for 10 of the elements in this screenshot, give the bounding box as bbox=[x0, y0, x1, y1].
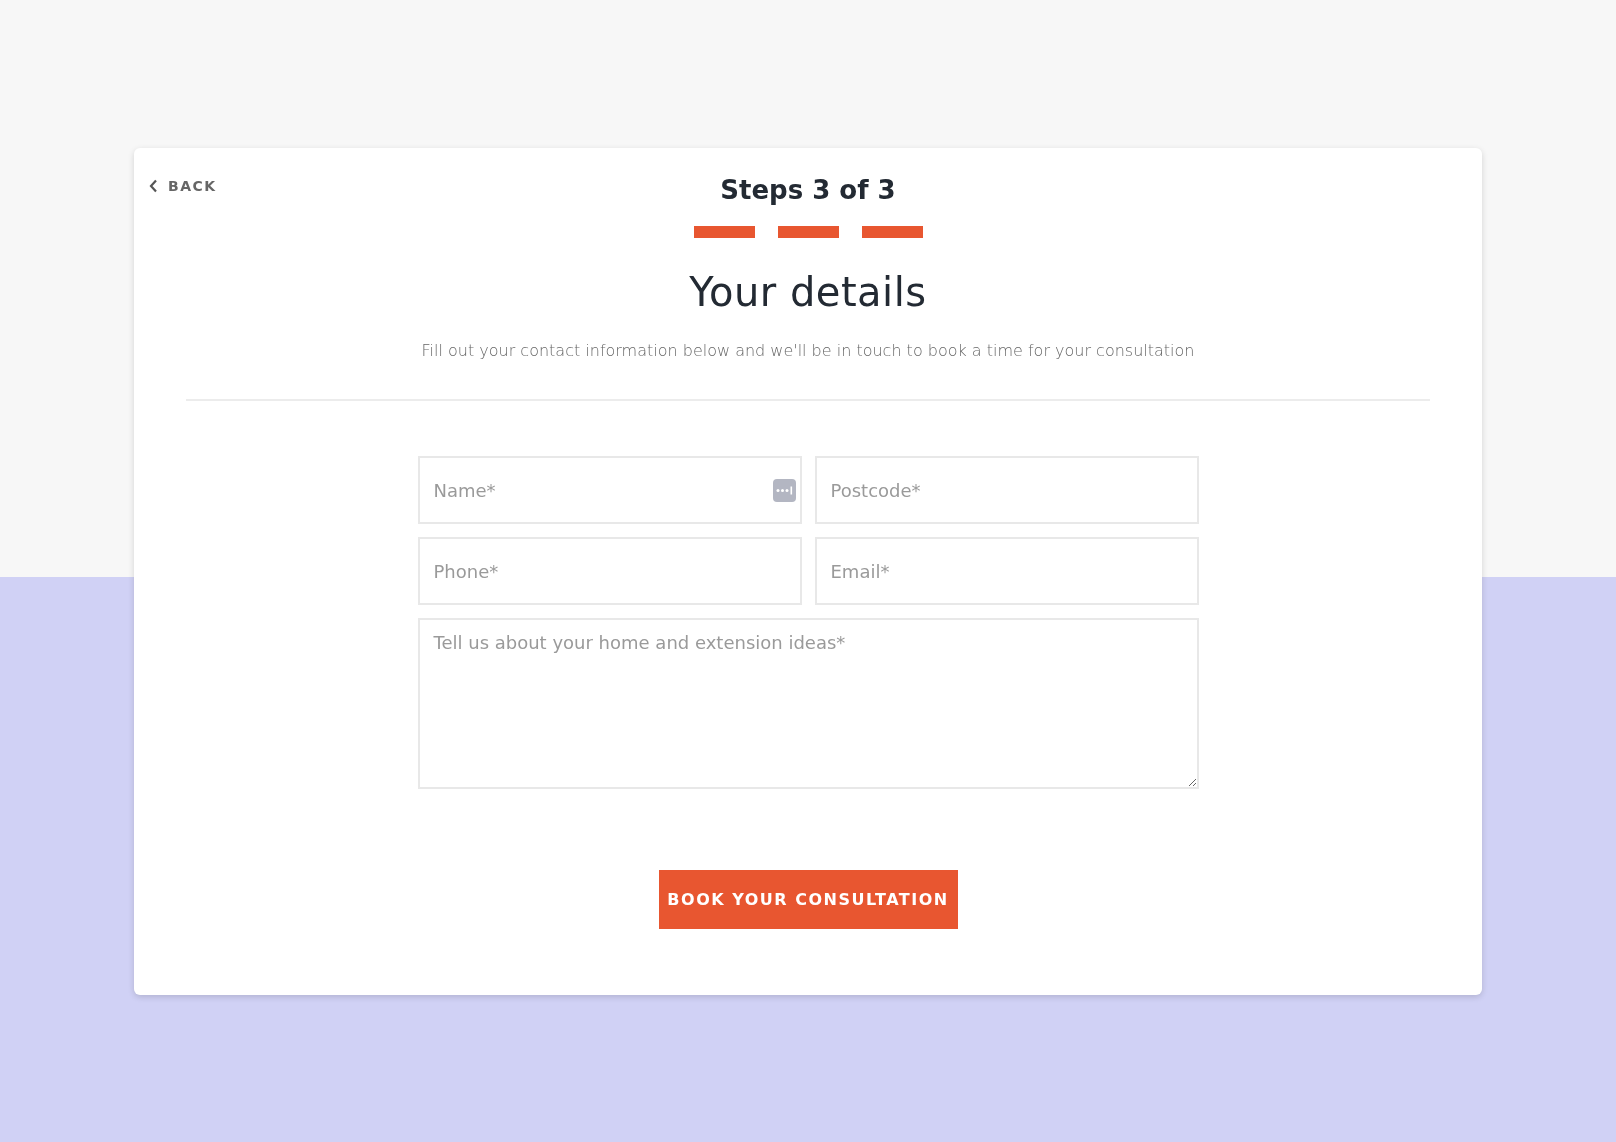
back-link[interactable]: BACK bbox=[149, 178, 217, 194]
submit-button[interactable]: BOOK YOUR CONSULTATION bbox=[658, 870, 958, 929]
input-field[interactable]: Postcode* bbox=[814, 456, 1199, 524]
message-field[interactable]: Tell us about your home and extension ideas* bbox=[417, 618, 1199, 789]
input-field[interactable]: Name* bbox=[417, 456, 802, 524]
input-field[interactable]: Phone* bbox=[417, 537, 802, 605]
input-field[interactable]: Email* bbox=[814, 537, 1199, 605]
heading: Your details bbox=[689, 268, 927, 316]
chevron-left-icon bbox=[149, 179, 158, 193]
intro-text: Fill out your contact information below and we'll be in touch to book a time for your consultation bbox=[421, 341, 1195, 361]
